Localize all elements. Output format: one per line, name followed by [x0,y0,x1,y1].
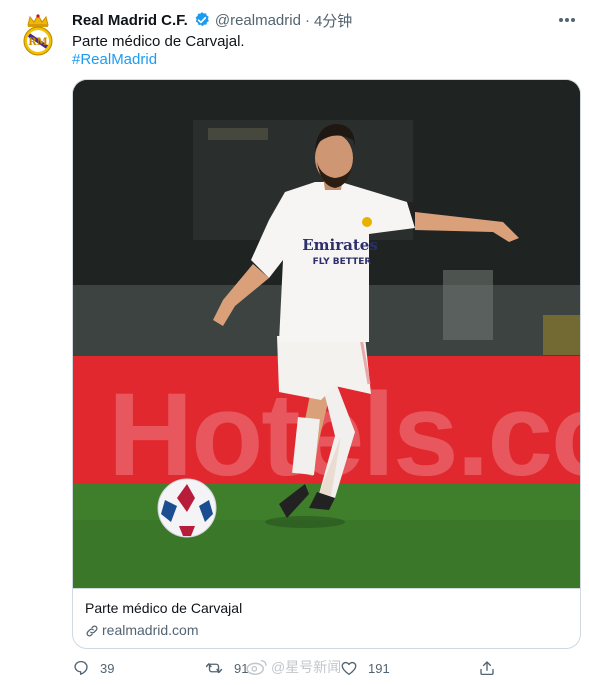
card-domain-text: realmadrid.com [102,622,199,638]
retweet-button[interactable]: 91 [204,656,248,680]
more-icon[interactable] [555,9,579,31]
card-image[interactable]: Hotels.co [73,80,580,588]
account-handle[interactable]: @realmadrid [215,12,301,29]
like-button[interactable]: 191 [340,656,390,680]
reply-count: 39 [100,660,115,676]
watermark-text: @星号新闻 [271,659,342,675]
retweet-icon [205,663,223,674]
football [157,478,217,538]
card-domain[interactable]: realmadrid.com [85,621,568,640]
link-icon [86,625,98,636]
separator-dot: · [304,11,310,29]
reply-icon [74,660,88,675]
svg-text:FLY BETTER: FLY BETTER [313,257,372,267]
share-icon [480,661,494,676]
svg-text:Emirates: Emirates [302,236,378,254]
link-card[interactable]: Hotels.co [72,79,581,649]
tweet-timestamp[interactable]: 4分钟 [314,10,352,31]
tweet: RM Real Madrid C.F. @realmadrid · 4分钟 Pa… [0,0,589,685]
like-icon [341,661,357,676]
svg-text:RM: RM [28,37,47,48]
like-count: 191 [368,660,390,676]
hashtag-link[interactable]: #RealMadrid [72,50,157,70]
verified-badge-icon [193,11,211,29]
card-footer[interactable]: Parte médico de Carvajal realmadrid.com [73,588,580,648]
card-title[interactable]: Parte médico de Carvajal [85,599,568,618]
weibo-logo-icon [246,659,267,675]
reply-button[interactable]: 39 [72,656,114,680]
watermark: @星号新闻 [246,656,341,678]
tweet-text: Parte médico de Carvajal. [72,33,245,50]
tweet-header: Real Madrid C.F. @realmadrid · 4分钟 [72,9,579,31]
share-button[interactable] [478,656,496,680]
account-name[interactable]: Real Madrid C.F. [72,12,188,29]
realmadrid-crest-icon[interactable]: RM [20,13,56,57]
